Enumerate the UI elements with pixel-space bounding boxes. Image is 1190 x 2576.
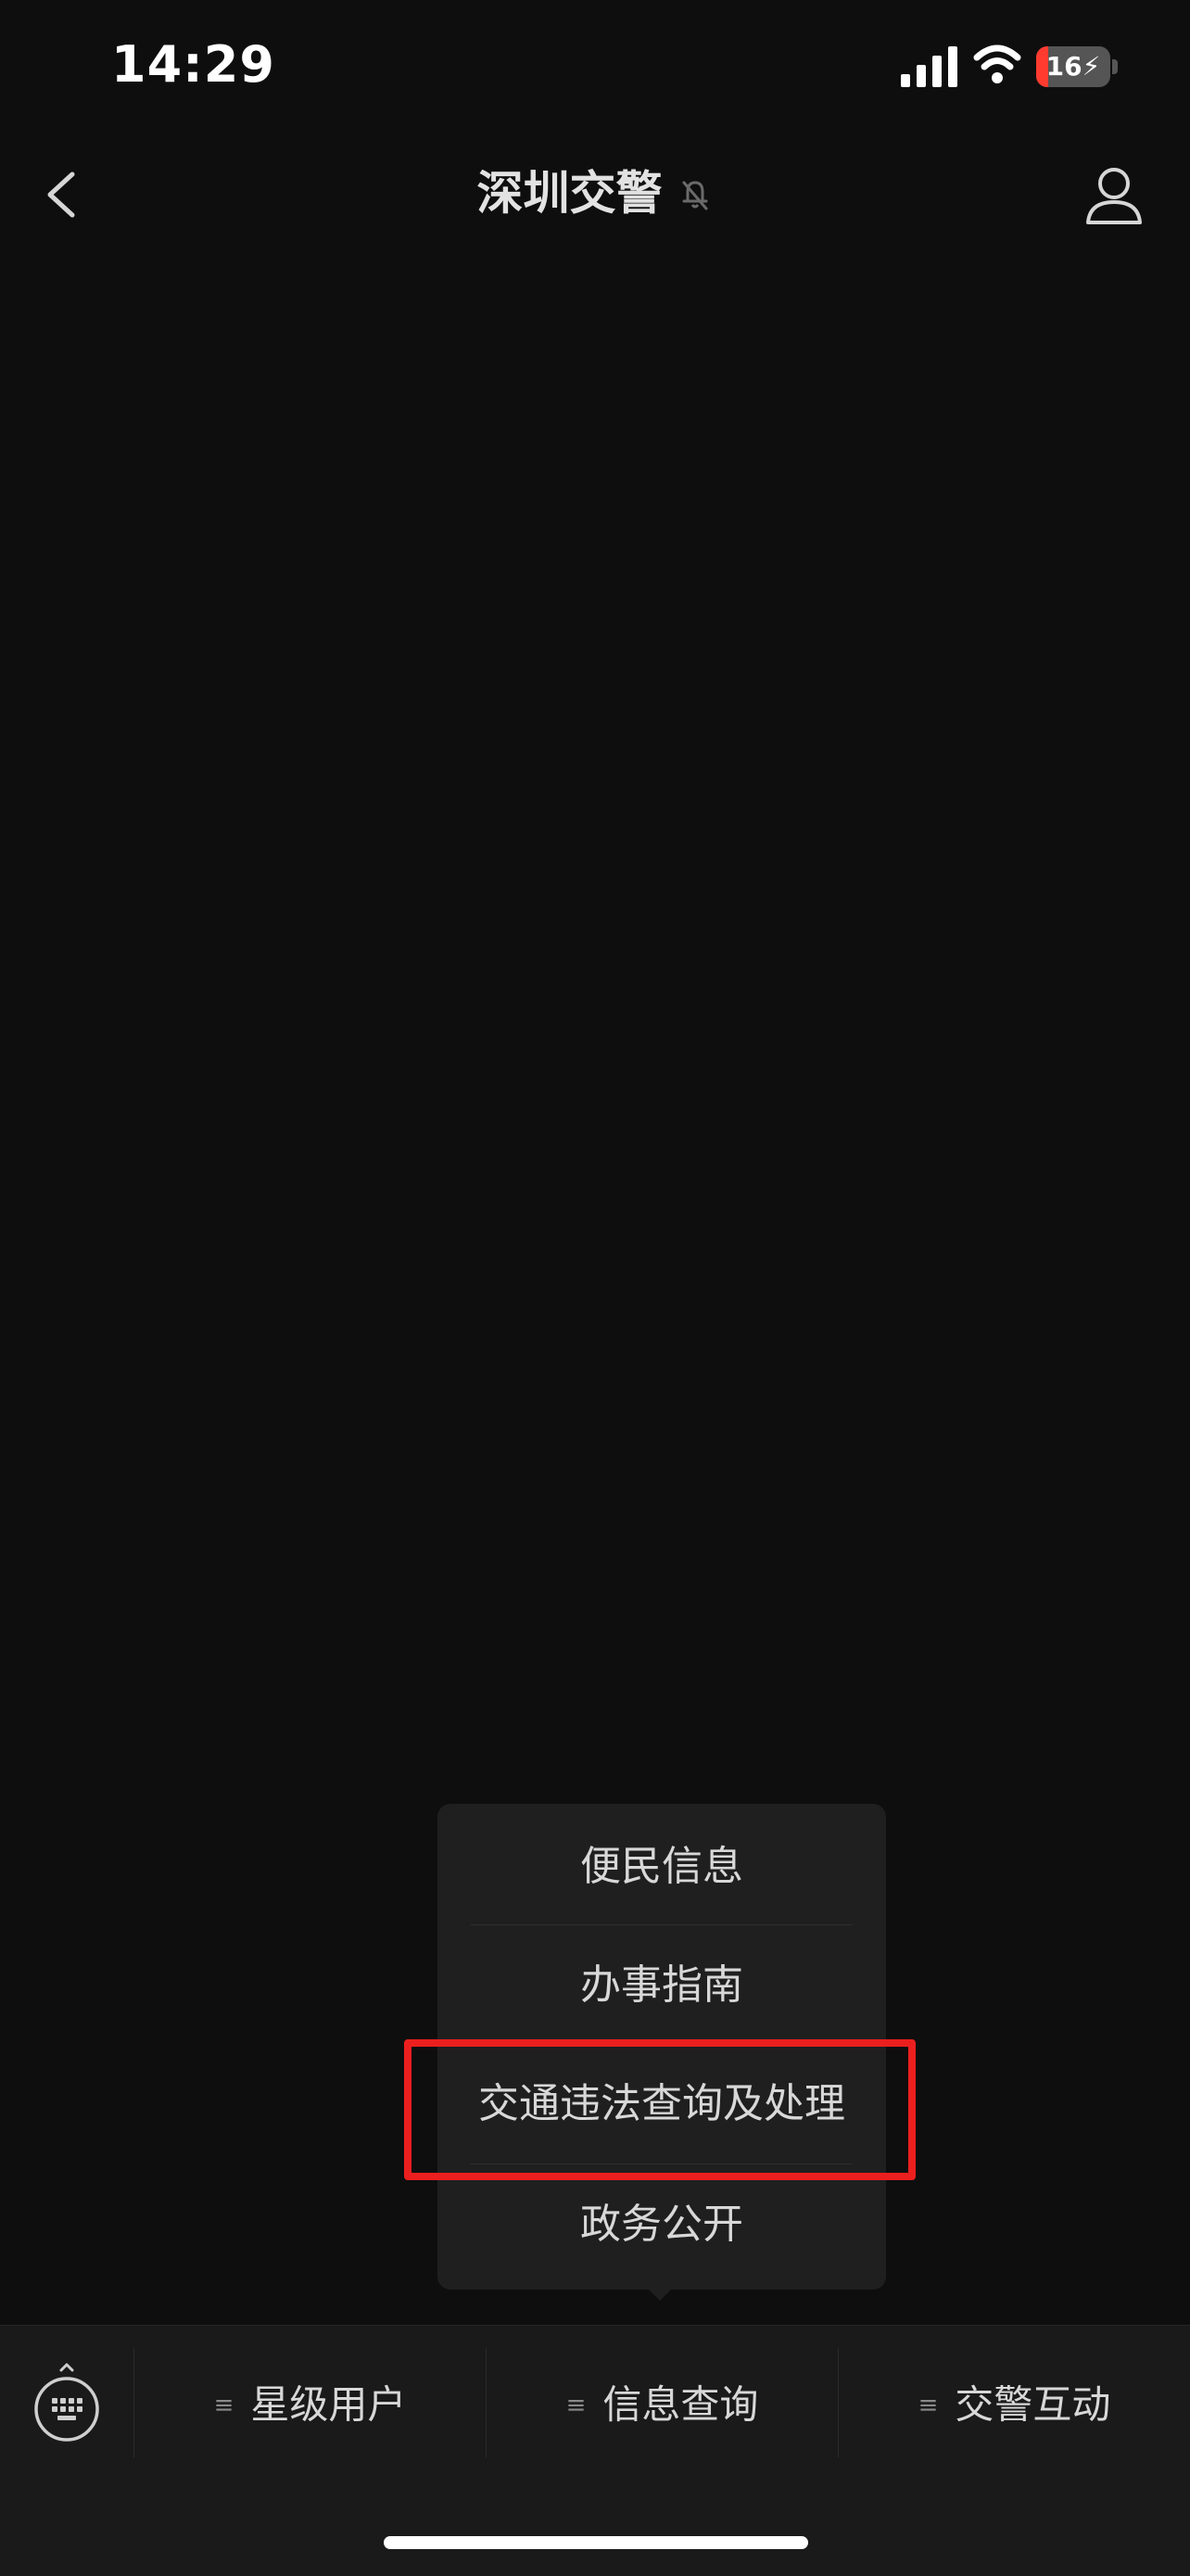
menu-lines-icon: ≡ bbox=[918, 2391, 939, 2419]
wifi-icon bbox=[973, 44, 1021, 83]
person-icon bbox=[1086, 168, 1142, 224]
battery-cap bbox=[1112, 59, 1118, 74]
tab-label: 信息查询 bbox=[602, 2381, 759, 2428]
popup-item-service-guide[interactable]: 办事指南 bbox=[437, 1926, 886, 2045]
home-indicator bbox=[384, 2536, 808, 2549]
tab-police-interaction[interactable]: ≡ 交警互动 bbox=[839, 2348, 1190, 2457]
status-bar: 14:29 16⚡ bbox=[0, 0, 1190, 139]
tab-label: 星级用户 bbox=[250, 2381, 407, 2428]
highlight-box bbox=[404, 2039, 916, 2180]
popup-divider bbox=[471, 1924, 853, 1925]
profile-button[interactable] bbox=[1075, 156, 1153, 234]
tab-label: 交警互动 bbox=[955, 2381, 1111, 2428]
status-time: 14:29 bbox=[111, 35, 275, 94]
popup-pointer bbox=[647, 2288, 673, 2301]
bell-slash-icon bbox=[682, 181, 708, 209]
menu-lines-icon: ≡ bbox=[213, 2391, 234, 2419]
battery-icon: 16⚡ bbox=[1036, 46, 1110, 87]
keyboard-toggle-button[interactable] bbox=[32, 2363, 102, 2444]
tab-star-user[interactable]: ≡ 星级用户 bbox=[134, 2348, 486, 2457]
nav-bar: 深圳交警 bbox=[0, 139, 1190, 250]
signal-icon bbox=[901, 46, 957, 87]
tab-info-query[interactable]: ≡ 信息查询 bbox=[487, 2348, 838, 2457]
battery-level-text: 16⚡ bbox=[1045, 51, 1101, 82]
keyboard-icon bbox=[34, 2363, 99, 2442]
popup-item-government-affairs[interactable]: 政务公开 bbox=[437, 2165, 886, 2284]
popup-item-convenience-info[interactable]: 便民信息 bbox=[437, 1808, 886, 1926]
page-title: 深圳交警 bbox=[476, 166, 663, 221]
nav-title-wrap: 深圳交警 bbox=[0, 156, 1190, 230]
menu-lines-icon: ≡ bbox=[565, 2391, 587, 2419]
